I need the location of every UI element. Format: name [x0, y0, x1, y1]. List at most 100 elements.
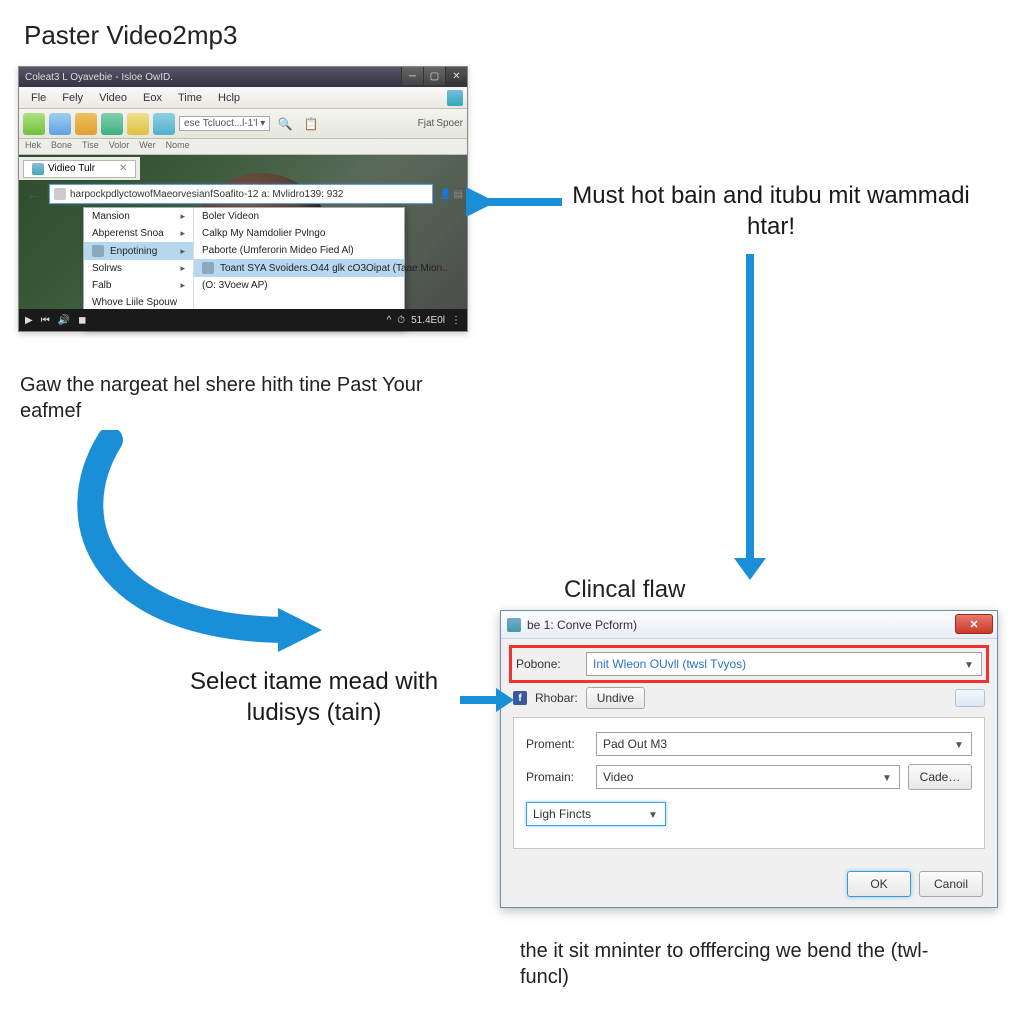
arrow-curved-left	[70, 430, 330, 660]
context-item-solrws[interactable]: Solrws	[84, 260, 193, 277]
up-icon[interactable]: ^	[387, 315, 392, 326]
menu-corner-icon	[447, 90, 463, 106]
pobone-label: Pobone:	[516, 657, 578, 671]
video-viewport: Vidieo Tulr ✕ ← harpockpdlyctowofMaeorve…	[19, 155, 467, 331]
minimize-button[interactable]: ─	[401, 67, 423, 85]
tab-strip: Vidieo Tulr ✕	[19, 157, 140, 180]
menu-file[interactable]: Fle	[23, 90, 54, 106]
label-tise: Tise	[82, 140, 99, 153]
label-bone: Bone	[51, 140, 72, 153]
dialog-caption: the it sit mninter to offfercing we bend…	[520, 938, 980, 990]
toggle-icon[interactable]	[955, 689, 985, 707]
arrow-right-to-browser	[466, 180, 566, 230]
proment-value: Pad Out M3	[603, 737, 667, 751]
close-button[interactable]: ✕	[445, 67, 467, 85]
toolbar-dropdown[interactable]: ese Tcluoct...l-1'l ▾	[179, 116, 270, 131]
pobone-value: Init Wleon OUvll (twsl Tvyos)	[593, 657, 746, 671]
cade-button[interactable]: Cade…	[908, 764, 972, 790]
arrow-select-to-dialog	[456, 680, 516, 720]
context-item-enpotining[interactable]: Enpotining	[84, 242, 193, 260]
context-item-falb[interactable]: Falb	[84, 277, 193, 294]
tab-label: Vidieo Tulr	[48, 163, 95, 174]
browser-menubar: Fle Fely Video Eox Time Hclp	[19, 87, 467, 109]
toolbar-icon-3[interactable]	[75, 113, 97, 135]
chevron-down-icon: ▼	[645, 807, 661, 823]
label-wer: Wer	[139, 140, 155, 153]
menu-fely[interactable]: Fely	[54, 90, 91, 106]
dialog-window: be 1: Conve Pcform) ✕ Pobone: Init Wleon…	[500, 610, 998, 908]
submenu-item-5[interactable]: (O: 3Voew AP)	[194, 277, 404, 294]
maximize-button[interactable]: ▢	[423, 67, 445, 85]
dialog-rhobar-row: f Rhobar: Undive	[513, 687, 985, 709]
label-nome: Nome	[166, 140, 190, 153]
ok-button[interactable]: OK	[847, 871, 911, 897]
cancel-button[interactable]: Canoil	[919, 871, 983, 897]
chevron-down-icon: ▼	[951, 737, 967, 753]
proment-combo[interactable]: Pad Out M3 ▼	[596, 732, 972, 756]
browser-title: Coleat3 L Oyavebie - Isloe OwID.	[25, 72, 173, 83]
address-bar[interactable]: harpockpdlyctowofMaeorvesianfSoafito-12 …	[49, 184, 433, 204]
menu-help[interactable]: Hclp	[210, 90, 248, 106]
search-label-2: Spoer	[436, 118, 463, 129]
dialog-title: be 1: Conve Pcform)	[527, 618, 637, 632]
toolbar-icon-1[interactable]	[23, 113, 45, 135]
address-icon-1[interactable]: 👤	[439, 189, 451, 200]
promain-combo[interactable]: Video ▼	[596, 765, 900, 789]
dialog-footer: OK Canoil	[501, 861, 997, 907]
toolbar-icon-2[interactable]	[49, 113, 71, 135]
arrow-down-right	[720, 250, 780, 580]
vol-icon[interactable]: 🔊	[58, 315, 70, 326]
menu-video[interactable]: Video	[91, 90, 135, 106]
toolbar-icon-5[interactable]	[127, 113, 149, 135]
submenu-item-icon	[202, 262, 214, 274]
promain-label: Promain:	[526, 770, 588, 784]
search-label-1: Fjat	[418, 118, 435, 129]
context-item-mansion[interactable]: Mansion	[84, 208, 193, 225]
ligh-combo[interactable]: Ligh Fincts ▼	[526, 802, 666, 826]
back-button[interactable]: ←	[25, 185, 43, 203]
menu-icon[interactable]: ⋮	[451, 315, 461, 326]
video-time: 51.4E0l	[411, 315, 445, 326]
browser-tab[interactable]: Vidieo Tulr ✕	[23, 160, 136, 178]
label-volor: Volor	[109, 140, 130, 153]
stop-icon[interactable]: ◼	[78, 315, 86, 326]
ligh-value: Ligh Fincts	[533, 807, 591, 821]
menu-eox[interactable]: Eox	[135, 90, 170, 106]
browser-caption: Gaw the nargeat hel shere hith tine Past…	[20, 372, 460, 424]
toolbar-icon-extra[interactable]: 📋	[300, 113, 322, 135]
address-icon-2[interactable]: ▤	[454, 189, 463, 200]
search-icon[interactable]: 🔍	[274, 113, 296, 135]
tab-close-icon[interactable]: ✕	[119, 163, 127, 174]
dialog-pobone-row: Pobone: Init Wleon OUvll (twsl Tvyos) ▼	[513, 649, 985, 679]
submenu-item-2[interactable]: Calkp My Namdolier Pvlngo	[194, 225, 404, 242]
submenu-item-3[interactable]: Paborte (Umferorin Mideo Fied Al)	[194, 242, 404, 259]
undive-button[interactable]: Undive	[586, 687, 645, 709]
annotation-select: Select itame mead with ludisys (tain)	[154, 666, 474, 728]
proment-label: Proment:	[526, 737, 588, 751]
dialog-title-icon	[507, 618, 521, 632]
submenu-item-1[interactable]: Boler Videon	[194, 208, 404, 225]
menu-time[interactable]: Time	[170, 90, 210, 106]
time-icon: ⏱	[397, 315, 405, 326]
toolbar-icon-4[interactable]	[101, 113, 123, 135]
address-text: harpockpdlyctowofMaeorvesianfSoafito-12 …	[70, 189, 344, 200]
submenu-item-4[interactable]: Toant SYA Svoiders.O44 glk cO3Oipat (Taa…	[194, 259, 404, 277]
context-item-snoa[interactable]: Abperenst Snoa	[84, 225, 193, 242]
video-controls: ▶ ⏮ 🔊 ◼ ^ ⏱ 51.4E0l ⋮	[19, 309, 467, 331]
promain-value: Video	[603, 770, 633, 784]
dialog-titlebar: be 1: Conve Pcform) ✕	[501, 611, 997, 639]
dialog-close-button[interactable]: ✕	[955, 614, 993, 634]
annotation-right: Must hot bain and itubu mit wammadi htar…	[566, 180, 976, 242]
browser-toolbar: ese Tcluoct...l-1'l ▾ 🔍 📋 Fjat Spoer	[19, 109, 467, 139]
chevron-down-icon: ▼	[879, 770, 895, 786]
prev-icon[interactable]: ⏮	[41, 315, 50, 326]
chevron-down-icon: ▼	[961, 657, 977, 673]
play-icon[interactable]: ▶	[25, 315, 33, 326]
toolbar-icon-6[interactable]	[153, 113, 175, 135]
context-item-icon	[92, 245, 104, 257]
address-row: ← harpockpdlyctowofMaeorvesianfSoafito-1…	[25, 183, 463, 205]
browser-window: Coleat3 L Oyavebie - Isloe OwID. ─ ▢ ✕ F…	[18, 66, 468, 332]
rhobar-label: Rhobar:	[535, 691, 578, 705]
pobone-combo[interactable]: Init Wleon OUvll (twsl Tvyos) ▼	[586, 652, 982, 676]
label-hek: Hek	[25, 140, 41, 153]
